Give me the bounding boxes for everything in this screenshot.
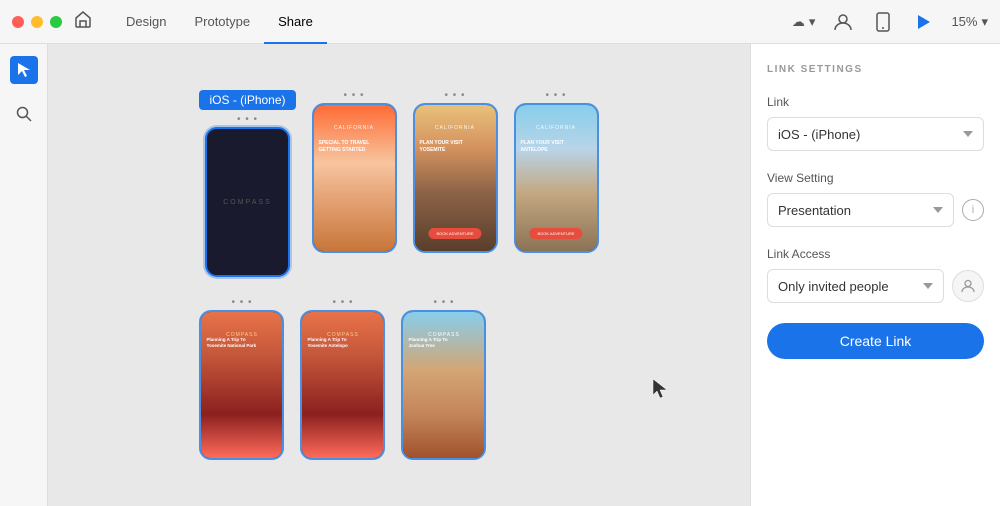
link-access-select[interactable]: Only invited people Anyone with the link… <box>767 269 944 303</box>
user-icon[interactable] <box>831 10 855 34</box>
overlay-text-3: CALIFORNIA <box>415 125 496 131</box>
phone-screen-1: COMPASS <box>207 129 288 275</box>
frames-grid: iOS - (iPhone) • • • COMPASS • • • <box>179 70 618 480</box>
content-text-4: PLAN YOUR VISITANTELOPE <box>521 140 592 154</box>
phone-btn-3: BOOK ADVENTURE <box>428 228 481 239</box>
frame-wrapper-7[interactable]: • • • COMPASS Planning A Trip ToJoshua T… <box>401 297 486 460</box>
search-tool[interactable] <box>10 100 38 128</box>
panel-title: LINK SETTINGS <box>767 64 984 75</box>
link-access-label: Link Access <box>767 247 984 261</box>
avatar-icon <box>960 278 976 294</box>
view-setting-group: View Setting Presentation Developer Hand… <box>767 171 984 227</box>
play-button[interactable] <box>911 10 935 34</box>
phone-frame-6[interactable]: COMPASS Planning A Trip ToYosemite Antel… <box>300 310 385 460</box>
phone-frame-3[interactable]: CALIFORNIA PLAN YOUR VISITYOSEMITE BOOK … <box>413 103 498 253</box>
phone-frame-4[interactable]: CALIFORNIA PLAN YOUR VISITANTELOPE BOOK … <box>514 103 599 253</box>
tab-design[interactable]: Design <box>112 0 180 44</box>
create-link-button[interactable]: Create Link <box>767 323 984 359</box>
minimize-button[interactable] <box>31 16 43 28</box>
frame-wrapper-1[interactable]: iOS - (iPhone) • • • COMPASS <box>199 90 295 277</box>
content-text-2: SPECIAL TO TRAVELGETTING STARTED <box>319 140 390 154</box>
phone-screen-4: CALIFORNIA PLAN YOUR VISITANTELOPE BOOK … <box>516 105 597 251</box>
phone-screen-5: COMPASS Planning A Trip ToYosemite Natio… <box>201 312 282 458</box>
phone-btn-4: BOOK ADVENTURE <box>529 228 582 239</box>
frames-row-2: • • • COMPASS Planning A Trip ToYosemite… <box>199 297 598 460</box>
tab-share[interactable]: Share <box>264 0 327 44</box>
link-select[interactable]: iOS - (iPhone) <box>767 117 984 151</box>
main-area: iOS - (iPhone) • • • COMPASS • • • <box>0 44 1000 506</box>
avatar-button[interactable] <box>952 270 984 302</box>
select-tool[interactable] <box>10 56 38 84</box>
zoom-value: 15% <box>951 14 977 29</box>
home-icon[interactable] <box>74 10 92 33</box>
link-access-row: Only invited people Anyone with the link… <box>767 269 984 303</box>
frame-dots-5: • • • <box>231 297 252 308</box>
frame-wrapper-3[interactable]: • • • CALIFORNIA PLAN YOUR VISITYOSEMITE… <box>413 90 498 253</box>
view-setting-row: Presentation Developer Handoff Inspect i <box>767 193 984 227</box>
phone-screen-3: CALIFORNIA PLAN YOUR VISITYOSEMITE BOOK … <box>415 105 496 251</box>
titlebar-right: ☁ ▾ 15% ▾ <box>792 10 988 34</box>
tab-prototype[interactable]: Prototype <box>180 0 264 44</box>
right-panel: LINK SETTINGS Link iOS - (iPhone) View S… <box>750 44 1000 506</box>
phone-frame-1[interactable]: COMPASS <box>205 127 290 277</box>
left-toolbar <box>0 44 48 506</box>
frame-dots-3: • • • <box>444 90 465 101</box>
canvas[interactable]: iOS - (iPhone) • • • COMPASS • • • <box>0 44 750 506</box>
phone-screen-6: COMPASS Planning A Trip ToYosemite Antel… <box>302 312 383 458</box>
phone-frame-2[interactable]: CALIFORNIA SPECIAL TO TRAVELGETTING STAR… <box>312 103 397 253</box>
phone-frame-7[interactable]: COMPASS Planning A Trip ToJoshua Tree <box>401 310 486 460</box>
maximize-button[interactable] <box>50 16 62 28</box>
frame-wrapper-4[interactable]: • • • CALIFORNIA PLAN YOUR VISITANTELOPE… <box>514 90 599 253</box>
view-setting-label: View Setting <box>767 171 984 185</box>
frames-row-1: iOS - (iPhone) • • • COMPASS • • • <box>199 90 598 277</box>
phone-screen-7: COMPASS Planning A Trip ToJoshua Tree <box>403 312 484 458</box>
phone-frame-5[interactable]: COMPASS Planning A Trip ToYosemite Natio… <box>199 310 284 460</box>
frame-label: iOS - (iPhone) <box>199 90 295 110</box>
traffic-lights <box>12 16 62 28</box>
overlay-text-4: CALIFORNIA <box>516 125 597 131</box>
cloud-chevron: ▾ <box>809 14 816 30</box>
link-access-group: Link Access Only invited people Anyone w… <box>767 247 984 303</box>
zoom-control[interactable]: 15% ▾ <box>951 14 988 30</box>
cursor-icon <box>652 378 670 406</box>
content-text-3: PLAN YOUR VISITYOSEMITE <box>420 140 491 154</box>
frame-dots-2: • • • <box>343 90 364 101</box>
mobile-icon[interactable] <box>871 10 895 34</box>
link-group: Link iOS - (iPhone) <box>767 95 984 151</box>
zoom-chevron: ▾ <box>981 14 988 30</box>
frame-dots-1: • • • <box>237 114 258 125</box>
frame-dots-6: • • • <box>332 297 353 308</box>
canvas-content: iOS - (iPhone) • • • COMPASS • • • <box>48 44 750 506</box>
compass-text: COMPASS <box>223 199 272 206</box>
cloud-icon: ☁ <box>792 14 805 30</box>
frame-dots-4: • • • <box>545 90 566 101</box>
info-button[interactable]: i <box>962 199 984 221</box>
phone-screen-2: CALIFORNIA SPECIAL TO TRAVELGETTING STAR… <box>314 105 395 251</box>
close-button[interactable] <box>12 16 24 28</box>
nav-tabs: Design Prototype Share <box>112 0 327 44</box>
overlay-text-2: CALIFORNIA <box>314 125 395 131</box>
frame-dots-7: • • • <box>433 297 454 308</box>
frame-wrapper-6[interactable]: • • • COMPASS Planning A Trip ToYosemite… <box>300 297 385 460</box>
view-setting-select[interactable]: Presentation Developer Handoff Inspect <box>767 193 954 227</box>
frame-wrapper-2[interactable]: • • • CALIFORNIA SPECIAL TO TRAVELGETTIN… <box>312 90 397 253</box>
cloud-button[interactable]: ☁ ▾ <box>792 14 816 30</box>
link-label: Link <box>767 95 984 109</box>
titlebar: Design Prototype Share ☁ ▾ <box>0 0 1000 44</box>
frame-wrapper-5[interactable]: • • • COMPASS Planning A Trip ToYosemite… <box>199 297 284 460</box>
